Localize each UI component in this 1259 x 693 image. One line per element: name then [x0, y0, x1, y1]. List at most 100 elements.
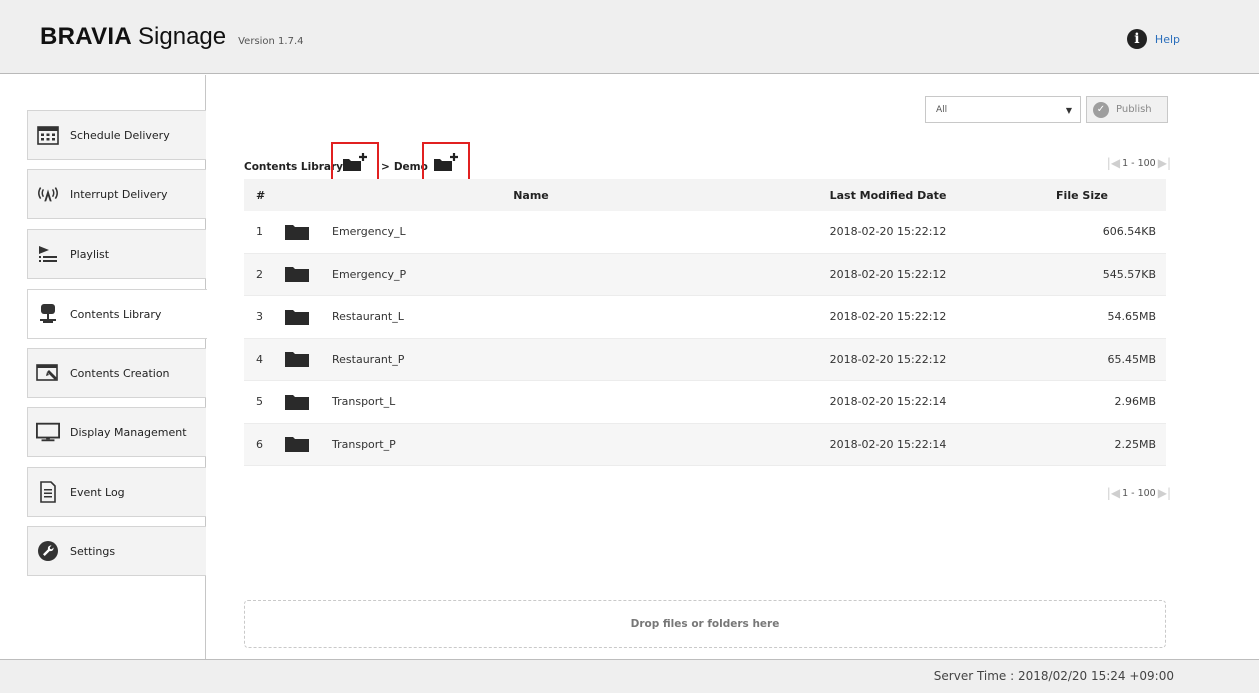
sidebar-item-label: Interrupt Delivery — [70, 187, 168, 201]
broadcast-icon — [36, 182, 60, 206]
table-row[interactable]: 1 Emergency_L 2018-02-20 15:22:12 606.54… — [244, 211, 1166, 254]
pager-range: 1 - 100 — [1122, 157, 1156, 169]
sidebar-item-label: Playlist — [70, 247, 110, 261]
info-icon[interactable]: i — [1126, 29, 1147, 49]
row-date: 2018-02-20 15:22:14 — [829, 395, 947, 409]
table-row[interactable]: 6 Transport_P 2018-02-20 15:22:14 2.25MB — [244, 423, 1166, 466]
new-folder-button-current[interactable] — [421, 142, 470, 182]
breadcrumb-separator: > — [381, 161, 390, 173]
new-folder-button-root[interactable] — [331, 142, 380, 182]
file-drop-zone[interactable]: Drop files or folders here — [244, 600, 1166, 648]
pager-top: |◀ 1 - 100 ▶| — [1107, 156, 1171, 170]
playlist-icon — [36, 242, 60, 266]
row-date: 2018-02-20 15:22:12 — [829, 352, 947, 366]
row-number: 2 — [256, 267, 263, 281]
breadcrumb-root[interactable]: Contents Library — [244, 161, 343, 173]
folder-icon — [284, 308, 332, 326]
filter-select-value: All — [936, 104, 948, 115]
row-name[interactable]: Transport_L — [332, 395, 778, 408]
folder-icon — [284, 265, 332, 283]
sidebar-item-label: Contents Library — [70, 307, 162, 321]
last-page-icon[interactable]: ▶| — [1158, 486, 1171, 500]
row-size: 65.45MB — [1107, 352, 1156, 366]
column-header-date[interactable]: Last Modified Date — [778, 189, 998, 202]
help-link[interactable]: i Help — [1126, 29, 1180, 49]
column-header-num[interactable]: # — [244, 189, 284, 202]
app-footer: Server Time : 2018/02/20 15:24 +09:00 — [0, 659, 1259, 693]
row-size: 545.57KB — [1102, 267, 1156, 281]
table-row[interactable]: 5 Transport_L 2018-02-20 15:22:14 2.96MB — [244, 381, 1166, 424]
row-date: 2018-02-20 15:22:12 — [829, 310, 947, 324]
row-name[interactable]: Emergency_P — [332, 268, 778, 281]
row-name[interactable]: Transport_P — [332, 438, 778, 451]
app-header: BRAVIA Signage Version 1.7.4 i Help — [0, 0, 1259, 74]
folder-icon — [284, 223, 332, 241]
edit-window-icon — [36, 361, 60, 385]
sidebar-nav: Schedule Delivery Interrupt Delivery Pla… — [0, 75, 207, 659]
pager-bottom: |◀ 1 - 100 ▶| — [1107, 486, 1171, 500]
row-date: 2018-02-20 15:22:12 — [829, 225, 947, 239]
sidebar-item-label: Display Management — [70, 425, 187, 439]
sidebar-item-label: Schedule Delivery — [70, 128, 170, 142]
breadcrumb: Contents Library > Demo — [244, 142, 470, 182]
table-row[interactable]: 4 Restaurant_P 2018-02-20 15:22:12 65.45… — [244, 338, 1166, 381]
column-header-name[interactable]: Name — [284, 189, 778, 202]
version-label: Version 1.7.4 — [238, 36, 304, 47]
sidebar-item-label: Event Log — [70, 485, 125, 499]
row-name[interactable]: Restaurant_L — [332, 310, 778, 323]
row-number: 1 — [256, 225, 263, 239]
publish-label: Publish — [1116, 104, 1152, 115]
brand-logo: BRAVIA Signage Version 1.7.4 — [40, 23, 304, 51]
folder-icon — [284, 393, 332, 411]
publish-button[interactable]: ✓ Publish — [1086, 96, 1168, 123]
brand-name-light: Signage — [138, 23, 227, 50]
first-page-icon[interactable]: |◀ — [1107, 156, 1120, 170]
filter-select[interactable]: All ▼ — [925, 96, 1081, 123]
monitor-icon — [36, 420, 60, 444]
pager-range: 1 - 100 — [1122, 487, 1156, 499]
calendar-icon — [36, 123, 60, 147]
contents-table: # Name Last Modified Date File Size 1 Em… — [244, 179, 1166, 466]
sidebar-item-contents-library[interactable]: Contents Library — [27, 289, 207, 339]
sidebar-item-schedule-delivery[interactable]: Schedule Delivery — [27, 110, 206, 160]
chevron-down-icon: ▼ — [1065, 106, 1072, 115]
row-number: 6 — [256, 437, 263, 451]
folder-icon — [284, 435, 332, 453]
row-size: 54.65MB — [1107, 310, 1156, 324]
table-row[interactable]: 2 Emergency_P 2018-02-20 15:22:12 545.57… — [244, 253, 1166, 296]
sidebar-item-label: Contents Creation — [70, 366, 170, 380]
table-row[interactable]: 3 Restaurant_L 2018-02-20 15:22:12 54.65… — [244, 296, 1166, 339]
row-name[interactable]: Restaurant_P — [332, 353, 778, 366]
sidebar-item-playlist[interactable]: Playlist — [27, 229, 206, 279]
row-size: 2.96MB — [1114, 395, 1156, 409]
folder-add-icon — [433, 153, 458, 171]
table-header: # Name Last Modified Date File Size — [244, 179, 1166, 211]
first-page-icon[interactable]: |◀ — [1107, 486, 1120, 500]
row-number: 4 — [256, 352, 263, 366]
sidebar-item-contents-creation[interactable]: Contents Creation — [27, 348, 206, 398]
sidebar-item-label: Settings — [70, 544, 116, 558]
row-date: 2018-02-20 15:22:12 — [829, 267, 947, 281]
row-number: 3 — [256, 310, 263, 324]
row-date: 2018-02-20 15:22:14 — [829, 437, 947, 451]
server-time: Server Time : 2018/02/20 15:24 +09:00 — [933, 669, 1174, 683]
column-header-size[interactable]: File Size — [998, 189, 1166, 202]
row-name[interactable]: Emergency_L — [332, 225, 778, 238]
row-number: 5 — [256, 395, 263, 409]
folder-icon — [284, 350, 332, 368]
drop-zone-label: Drop files or folders here — [630, 618, 780, 630]
sidebar-item-event-log[interactable]: Event Log — [27, 467, 206, 517]
database-icon — [36, 302, 60, 326]
help-label[interactable]: Help — [1155, 33, 1180, 46]
brand-name-bold: BRAVIA — [40, 23, 133, 50]
row-size: 2.25MB — [1114, 437, 1156, 451]
check-circle-icon: ✓ — [1093, 101, 1109, 118]
row-size: 606.54KB — [1102, 225, 1156, 239]
folder-add-icon — [343, 153, 368, 171]
sidebar-item-settings[interactable]: Settings — [27, 526, 206, 576]
wrench-icon — [36, 539, 60, 563]
sidebar-item-interrupt-delivery[interactable]: Interrupt Delivery — [27, 169, 206, 219]
sidebar-item-display-management[interactable]: Display Management — [27, 407, 206, 457]
document-icon — [36, 480, 60, 504]
last-page-icon[interactable]: ▶| — [1158, 156, 1171, 170]
